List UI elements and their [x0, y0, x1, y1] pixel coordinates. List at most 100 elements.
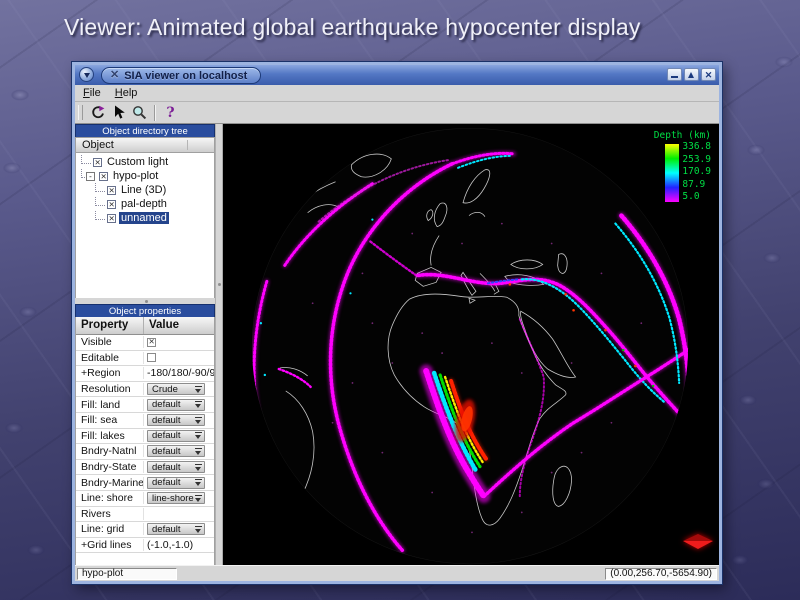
property-name: Rivers: [76, 508, 144, 520]
value-text: (-1.0,-1.0): [147, 539, 193, 551]
value-dropdown[interactable]: default: [147, 445, 205, 457]
property-value: default default: [144, 461, 214, 473]
window-controls: ✕: [667, 68, 716, 81]
tree-item[interactable]: Line (3D): [76, 183, 214, 197]
property-value: default default: [144, 414, 214, 426]
reset-view-button[interactable]: [87, 104, 108, 122]
tree-item[interactable]: - hypo-plot: [76, 169, 214, 183]
chevron-down-icon: [194, 463, 202, 472]
dropdown-selected-value: Crude: [152, 384, 178, 395]
help-icon: ?: [166, 106, 174, 120]
value-dropdown[interactable]: default: [147, 414, 205, 426]
legend-title: Depth (km): [654, 130, 711, 141]
toolbar-drag-handle[interactable]: [78, 105, 83, 120]
tree-connector: [95, 183, 105, 192]
value-dropdown[interactable]: line-shore: [147, 492, 205, 504]
window-title-pill[interactable]: ✕ SIA viewer on localhost: [101, 67, 261, 84]
pointer-tool-button[interactable]: [108, 104, 129, 122]
property-row[interactable]: Bndry-State default default: [76, 460, 214, 476]
property-value: -180/180/-90/90 -180/180/-90/90: [144, 367, 214, 379]
property-row[interactable]: +Region -180/180/-90/90 -180/180/-90/90: [76, 366, 214, 382]
property-row[interactable]: Line: shore line-shore line-shore: [76, 491, 214, 507]
value-dropdown[interactable]: Crude: [147, 383, 205, 395]
property-row[interactable]: Resolution Crude Crude: [76, 382, 214, 398]
property-row[interactable]: Rivers: [76, 507, 214, 523]
property-value: default default: [144, 523, 214, 535]
property-name: +Region: [76, 367, 144, 379]
object-properties-table: Property Value Visible x: [75, 317, 215, 565]
legend-colorbar: [665, 144, 679, 202]
close-button[interactable]: ✕: [701, 68, 716, 81]
menu-item[interactable]: Help: [115, 87, 138, 99]
dropdown-selected-value: line-shore: [152, 493, 194, 504]
property-row[interactable]: Line: grid default default: [76, 522, 214, 538]
menubar: File Help: [75, 85, 719, 102]
tree-expander-icon[interactable]: -: [86, 172, 95, 181]
maximize-button[interactable]: [684, 68, 699, 81]
dropdown-selected-value: default: [152, 524, 181, 535]
legend-tick: 253.9: [682, 155, 711, 165]
value-column-header[interactable]: Value: [144, 317, 214, 334]
property-value: [144, 353, 214, 362]
property-row[interactable]: Bndry-Natnl default default: [76, 444, 214, 460]
tree-item-label[interactable]: Line (3D): [119, 184, 168, 196]
main-content: Object directory tree Object Custom ligh…: [75, 124, 719, 565]
property-name: Fill: lakes: [76, 430, 144, 442]
value-dropdown[interactable]: default: [147, 430, 205, 442]
legend-tick: 5.0: [682, 192, 711, 202]
property-row[interactable]: +Grid lines (-1.0,-1.0) (-1.0,-1.0): [76, 538, 214, 554]
chevron-down-icon: [194, 400, 202, 409]
tree-item-label[interactable]: pal-depth: [119, 198, 169, 210]
minimize-button[interactable]: [667, 68, 682, 81]
property-row[interactable]: Visible x x: [76, 335, 214, 351]
checkbox-icon[interactable]: [147, 353, 156, 362]
value-dropdown[interactable]: default: [147, 523, 205, 535]
properties-rows: Visible x x: [76, 335, 214, 553]
tree-checkbox[interactable]: [93, 158, 102, 167]
tree-checkbox[interactable]: [107, 186, 116, 195]
legend-body: 336.8253.9170.987.95.0: [654, 144, 711, 202]
rotation-marker-icon: [683, 534, 713, 549]
tree-item[interactable]: Custom light: [76, 155, 214, 169]
presentation-slide: Viewer: Animated global earthquake hypoc…: [0, 0, 800, 600]
tree-item-label[interactable]: Custom light: [105, 156, 170, 168]
chevron-down-icon: [194, 431, 202, 440]
tree-item[interactable]: unnamed: [76, 211, 214, 225]
tree-connector: [95, 211, 105, 220]
globe-viewport[interactable]: Depth (km) 336.8253.9170.987.95.0: [223, 124, 719, 565]
zoom-tool-button[interactable]: [129, 104, 150, 122]
tree-column-header[interactable]: Object: [75, 137, 215, 153]
tree-item-label[interactable]: hypo-plot: [111, 170, 160, 182]
horizontal-splitter[interactable]: [75, 298, 215, 304]
legend-tick: 336.8: [682, 142, 711, 152]
menu-item[interactable]: File: [83, 87, 101, 99]
property-row[interactable]: Editable: [76, 351, 214, 367]
property-name: +Grid lines: [76, 539, 144, 551]
window-titlebar[interactable]: ✕ SIA viewer on localhost ✕: [75, 65, 719, 85]
tree-item[interactable]: pal-depth: [76, 197, 214, 211]
value-dropdown[interactable]: default: [147, 399, 205, 411]
value-dropdown[interactable]: default: [147, 461, 205, 473]
vertical-splitter[interactable]: [216, 124, 223, 565]
object-directory-tree[interactable]: Custom light - hypo-plot: [75, 153, 215, 298]
property-row[interactable]: Fill: sea default default: [76, 413, 214, 429]
value-dropdown[interactable]: default: [147, 477, 205, 489]
checkbox-icon[interactable]: [147, 338, 156, 347]
property-row[interactable]: Bndry-Marine default default: [76, 475, 214, 491]
tree-checkbox[interactable]: [107, 200, 116, 209]
property-value: default default: [144, 477, 214, 489]
property-column-header[interactable]: Property: [76, 317, 144, 334]
rotation-marker-bottom: [683, 541, 713, 549]
tree-checkbox[interactable]: [107, 214, 116, 223]
window-menu-button[interactable]: [79, 67, 94, 82]
tree-item-label[interactable]: unnamed: [119, 212, 169, 224]
tree-checkbox[interactable]: [99, 172, 108, 181]
rotation-marker-top: [683, 534, 713, 541]
x-app-icon: ✕: [110, 70, 119, 81]
legend-tick: 170.9: [682, 167, 711, 177]
property-row[interactable]: Fill: land default default: [76, 397, 214, 413]
property-value: Crude Crude: [144, 383, 214, 395]
help-button[interactable]: ?: [160, 104, 181, 122]
property-row[interactable]: Fill: lakes default default: [76, 429, 214, 445]
toolbar-separator: [154, 105, 156, 121]
